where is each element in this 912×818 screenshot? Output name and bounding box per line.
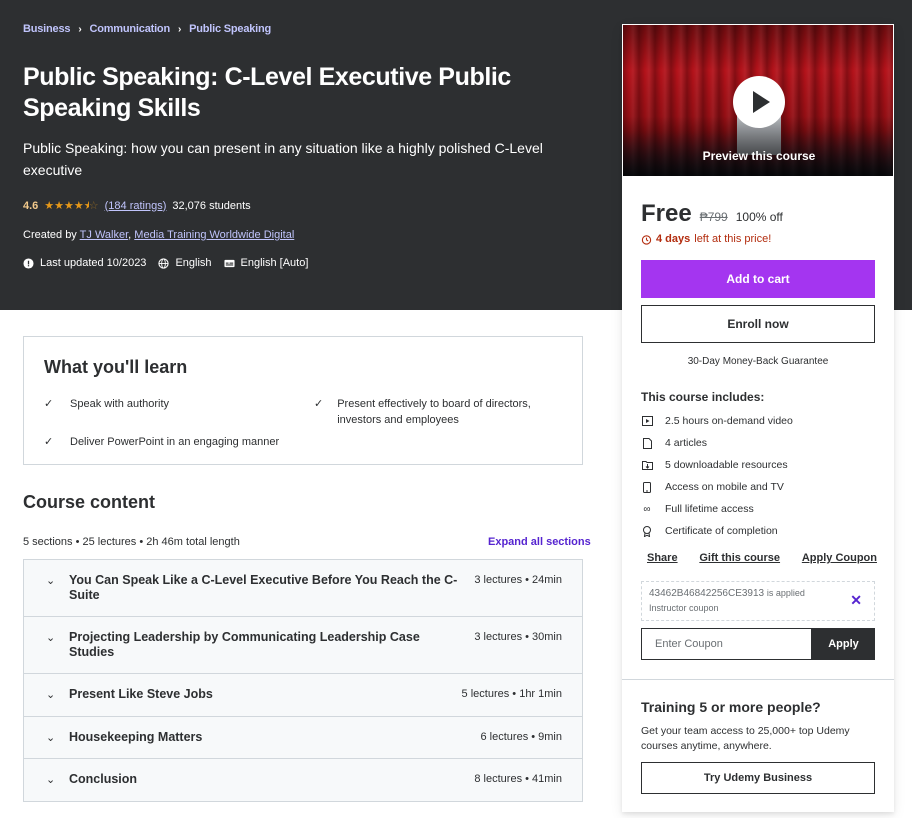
coupon-code: 43462B46842256CE3913 <box>649 588 765 599</box>
chevron-right-icon: › <box>177 23 182 35</box>
course-preview-video[interactable]: Preview this course <box>622 24 894 177</box>
students-count: 32,076 students <box>172 199 251 212</box>
include-item: Access on mobile and TV <box>641 481 784 493</box>
applied-coupon: 43462B46842256CE3913 is applied Instruct… <box>641 581 875 621</box>
coupon-apply-button[interactable]: Apply <box>812 628 875 660</box>
include-item: 2.5 hours on-demand video <box>641 415 793 427</box>
chevron-down-icon: ⌄ <box>46 774 56 786</box>
remove-coupon-close-icon[interactable]: ✕ <box>850 592 862 609</box>
apply-coupon-link[interactable]: Apply Coupon <box>802 552 877 564</box>
section-title: Projecting Leadership by Communicating L… <box>69 630 420 659</box>
globe-icon <box>158 257 170 269</box>
curriculum-section[interactable]: ⌄ Conclusion 8 lectures • 41min <box>24 759 582 802</box>
checkmark-icon: ✓ <box>44 436 54 448</box>
closed-captions-icon <box>223 259 235 267</box>
learn-item: ✓ Deliver PowerPoint in an engaging mann… <box>44 436 280 448</box>
infinity-icon: ∞ <box>643 503 651 515</box>
section-info: 5 lectures • 1hr 1min <box>461 688 562 700</box>
checkmark-icon: ✓ <box>314 398 324 410</box>
section-info: 8 lectures • 41min <box>474 773 562 785</box>
course-content-summary: 5 sections • 25 lectures • 2h 46m total … <box>23 536 240 548</box>
section-title: You Can Speak Like a C-Level Executive B… <box>69 573 458 602</box>
section-info: 3 lectures • 24min <box>474 574 562 586</box>
chevron-right-icon: › <box>78 23 82 35</box>
team-training-title: Training 5 or more people? <box>641 699 821 715</box>
breadcrumb: Business › Communication › Public Speaki… <box>23 23 271 35</box>
gift-course-button[interactable]: Gift this course <box>699 552 780 564</box>
alert-badge-icon <box>23 257 34 269</box>
course-title: Public Speaking: C-Level Executive Publi… <box>23 63 511 122</box>
curriculum-section[interactable]: ⌄ Housekeeping Matters 6 lectures • 9min <box>24 717 582 759</box>
includes-title: This course includes: <box>641 390 765 404</box>
certificate-icon <box>641 525 653 537</box>
play-icon[interactable] <box>733 76 785 128</box>
language: English <box>158 257 212 269</box>
section-title: Present Like Steve Jobs <box>69 687 213 701</box>
expand-all-sections-button[interactable]: Expand all sections <box>488 536 591 548</box>
what-you-will-learn: What you'll learn ✓ Speak with authority… <box>23 336 583 465</box>
course-subtitle: Public Speaking: how you can present in … <box>23 140 543 178</box>
course-meta: Last updated 10/2023 English English [Au… <box>23 257 308 269</box>
enroll-now-button[interactable]: Enroll now <box>641 305 875 343</box>
original-price: ₱799 <box>699 210 728 224</box>
discount-percent: 100% off <box>735 210 783 224</box>
instructor-link-tj-walker[interactable]: TJ Walker <box>80 229 129 241</box>
created-by-label: Created by <box>23 229 77 241</box>
purchase-sidebar: Preview this course Free ₱799 100% off 4… <box>622 24 894 812</box>
rating-value: 4.6 <box>23 199 39 212</box>
breadcrumb-communication[interactable]: Communication <box>89 23 170 35</box>
ratings-count-link[interactable]: (184 ratings) <box>105 200 167 212</box>
price-row: Free ₱799 100% off <box>641 200 783 228</box>
curriculum-section[interactable]: ⌄ You Can Speak Like a C-Level Executive… <box>24 560 582 617</box>
mobile-icon <box>641 481 653 493</box>
rating-row: 4.6 ★★★★★☆ (184 ratings) 32,076 students <box>23 199 251 213</box>
team-training-description: Get your team access to 25,000+ top Udem… <box>641 725 850 752</box>
curriculum-sections: ⌄ You Can Speak Like a C-Level Executive… <box>23 559 583 802</box>
chevron-down-icon: ⌄ <box>46 732 56 744</box>
video-icon <box>641 416 653 426</box>
include-item: 5 downloadable resources <box>641 459 788 471</box>
current-price: Free <box>641 200 692 227</box>
section-title: Housekeeping Matters <box>69 730 203 744</box>
breadcrumb-public-speaking[interactable]: Public Speaking <box>189 23 271 35</box>
share-button[interactable]: Share <box>647 552 678 564</box>
created-by: Created by TJ Walker, Media Training Wor… <box>23 229 295 241</box>
learn-title: What you'll learn <box>44 357 188 377</box>
last-updated: Last updated 10/2023 <box>23 257 146 269</box>
coupon-type: Instructor coupon <box>649 603 719 613</box>
coupon-input[interactable]: Enter Coupon <box>641 628 812 660</box>
coupon-applied-text: is applied <box>766 588 805 598</box>
sidebar-links: Share Gift this course Apply Coupon <box>647 552 877 564</box>
breadcrumb-business[interactable]: Business <box>23 23 71 35</box>
instructor-link-media-training[interactable]: Media Training Worldwide Digital <box>134 229 294 241</box>
checkmark-icon: ✓ <box>44 398 54 410</box>
include-item: 4 articles <box>641 437 707 449</box>
curriculum-section[interactable]: ⌄ Present Like Steve Jobs 5 lectures • 1… <box>24 674 582 717</box>
article-icon <box>641 437 653 449</box>
add-to-cart-button[interactable]: Add to cart <box>641 260 875 298</box>
learn-item: ✓ Present effectively to board of direct… <box>314 398 531 426</box>
divider <box>622 679 894 680</box>
section-title: Conclusion <box>69 772 138 786</box>
price-deadline: 4 days left at this price! <box>641 233 771 245</box>
course-content-title: Course content <box>23 492 156 512</box>
money-back-guarantee: 30-Day Money-Back Guarantee <box>687 356 829 367</box>
chevron-down-icon: ⌄ <box>46 575 56 587</box>
include-item: ∞ Full lifetime access <box>641 503 753 515</box>
curriculum-section[interactable]: ⌄ Projecting Leadership by Communicating… <box>24 617 582 674</box>
section-info: 6 lectures • 9min <box>480 731 563 743</box>
chevron-down-icon: ⌄ <box>46 689 56 701</box>
chevron-down-icon: ⌄ <box>46 632 56 644</box>
include-item: Certificate of completion <box>641 525 778 537</box>
download-icon <box>641 460 653 470</box>
captions: English [Auto] <box>223 257 308 269</box>
star-rating-icon: ★★★★★☆ <box>44 200 99 212</box>
alarm-clock-icon <box>641 234 652 245</box>
learn-item: ✓ Speak with authority <box>44 398 170 410</box>
preview-label: Preview this course <box>702 149 816 163</box>
section-info: 3 lectures • 30min <box>474 631 562 643</box>
try-udemy-business-button[interactable]: Try Udemy Business <box>641 762 875 794</box>
